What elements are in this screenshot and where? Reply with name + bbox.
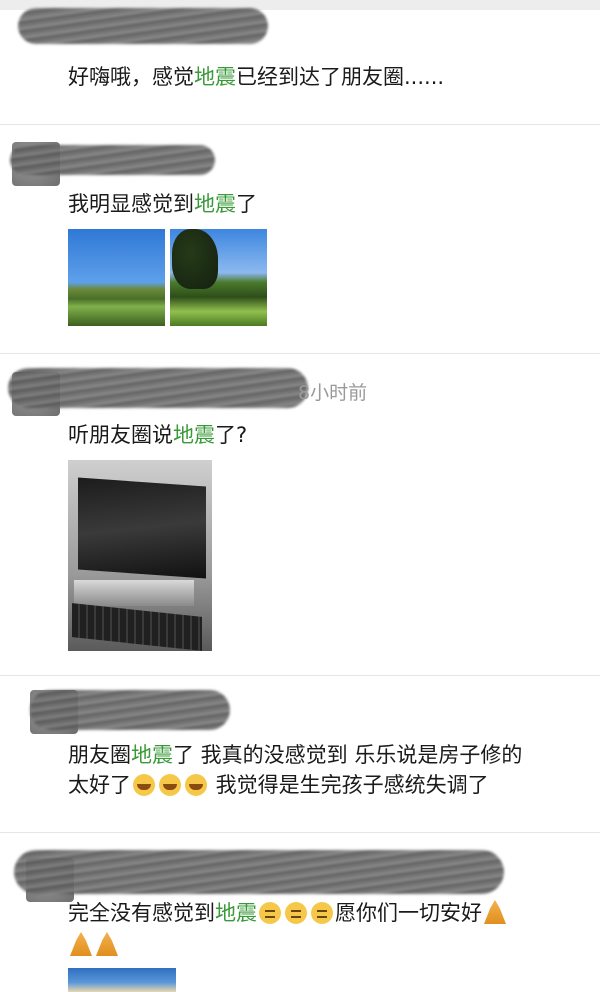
photo-thumbnail[interactable] [68,460,212,651]
post-text: 我明显感觉到地震了 [68,187,257,221]
flushed-emoji-icon [285,902,307,924]
pray-emoji-icon [484,900,506,924]
pray-emoji-icon [70,932,92,956]
text-segment: 听朋友圈说 [68,423,173,447]
monitor-stand [74,580,194,606]
post-text: 好嗨哦，感觉地震已经到达了朋友圈...... [68,60,444,94]
text-segment: 了 我真的没感觉到 乐乐说是房子修的 [173,743,523,767]
photo-thumbnail[interactable] [68,968,176,992]
text-segment: 了? [215,423,248,447]
text-segment: 好嗨哦，感觉 [68,65,194,89]
divider [0,675,600,676]
keyboard [72,603,202,651]
keyword-highlight: 地震 [131,743,173,767]
post-text-line-1: 朋友圈地震了 我真的没感觉到 乐乐说是房子修的 [68,738,522,772]
keyword-highlight: 地震 [194,192,236,216]
text-segment: 已经到达了朋友圈...... [236,65,445,89]
redacted-name [30,690,230,730]
divider [0,124,600,125]
text-segment: 了 [236,192,257,216]
sweat-smile-emoji-icon [159,774,181,796]
flushed-emoji-icon [311,902,333,924]
text-segment: 完全没有感觉到 [68,901,215,925]
text-segment: 愿你们一切安好 [335,901,482,925]
sweat-smile-emoji-icon [185,774,207,796]
keyword-highlight: 地震 [194,65,236,89]
text-segment: 我觉得是生完孩子感统失调了 [209,773,489,797]
sweat-smile-emoji-icon [133,774,155,796]
keyword-highlight: 地震 [215,901,257,925]
flushed-emoji-icon [259,902,281,924]
text-segment: 太好了 [68,773,131,797]
post-text-line-2: 太好了 我觉得是生完孩子感统失调了 [68,768,489,802]
post-time: 8小时前 [298,382,368,404]
photo-thumbnail[interactable] [170,229,267,326]
text-segment: 朋友圈 [68,743,131,767]
text-segment: 我明显感觉到 [68,192,194,216]
post-text-line-2 [68,928,120,962]
redacted-name [8,368,308,408]
divider [0,353,600,354]
post-text-line-1: 完全没有感觉到地震 愿你们一切安好 [68,896,508,930]
keyword-highlight: 地震 [173,423,215,447]
photo-thumbnail[interactable] [68,229,165,326]
post-text: 听朋友圈说地震了? [68,418,247,452]
redacted-name [10,145,215,175]
redacted-name [18,8,268,44]
tree-shape [172,229,218,289]
pray-emoji-icon [96,932,118,956]
redacted-name [14,850,504,894]
monitor-screen [78,477,206,579]
divider [0,832,600,833]
